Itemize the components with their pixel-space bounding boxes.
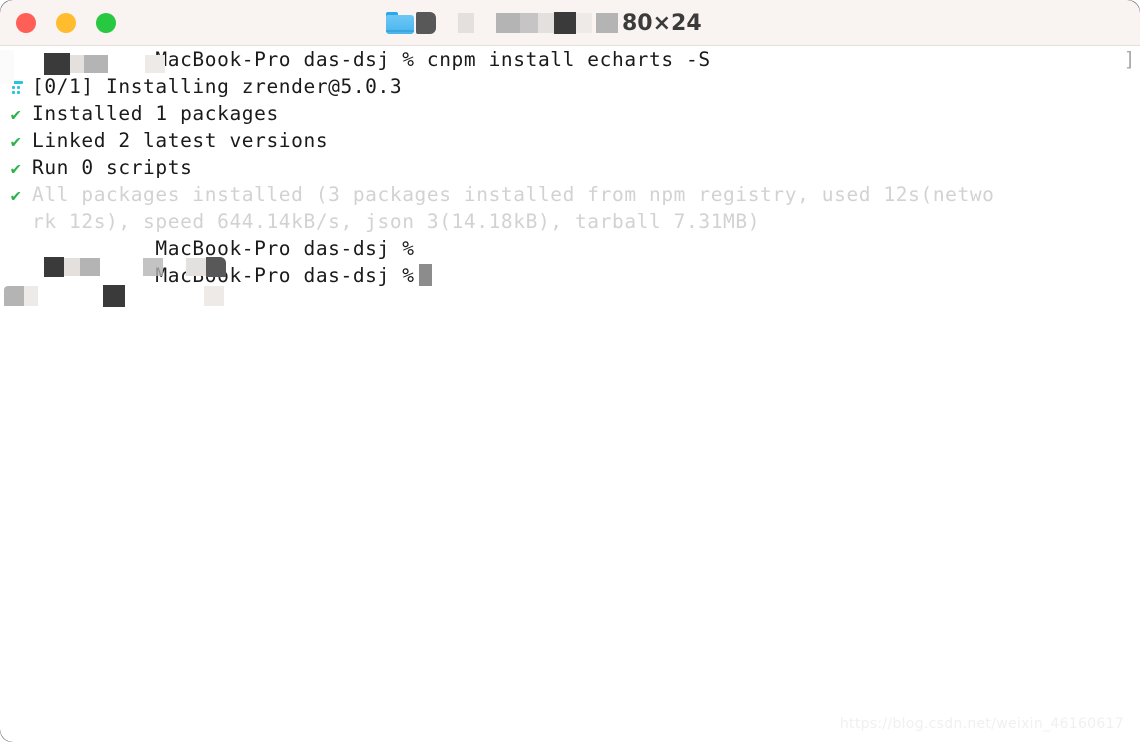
line-all-packages: ✔ All packages installed (3 packages inst… [0, 181, 1140, 208]
traffic-light-group [16, 13, 116, 33]
minimize-button[interactable] [56, 13, 76, 33]
line-prompt-1: MacBook-Pro das-dsj % [0, 235, 1140, 262]
line-installed-packages-text: Installed 1 packages [32, 102, 279, 125]
redaction-block-p2-2 [24, 286, 38, 306]
terminal-output-area[interactable]: MacBook-Pro das-dsj % cnpm install echar… [0, 46, 1140, 742]
csdn-watermark: https://blog.csdn.net/weixin_46160617 [839, 716, 1124, 732]
line-run-scripts: ✔ Run 0 scripts [0, 154, 1140, 181]
window-title-dimensions: 80×24 [622, 10, 702, 36]
line-installing-text: [0/1] Installing zrender@5.0.3 [32, 75, 403, 98]
line-all-packages-text: All packages installed (3 packages insta… [32, 183, 995, 206]
window-titlebar[interactable]: 80×24 [0, 0, 1140, 46]
line-linked-versions: ✔ Linked 2 latest versions [0, 127, 1140, 154]
check-icon: ✔ [10, 105, 22, 125]
line-prompt-1-text: MacBook-Pro das-dsj % [32, 237, 415, 260]
redacted-title-block-2 [458, 13, 474, 33]
redacted-title-block-1 [416, 12, 436, 34]
check-icon: ✔ [10, 132, 22, 152]
spinner-icon [0, 73, 32, 100]
terminal-cursor [418, 264, 432, 286]
line-linked-versions-text: Linked 2 latest versions [32, 129, 329, 152]
window-title-group: 80×24 [386, 0, 702, 46]
terminal-line-list: MacBook-Pro das-dsj % cnpm install echar… [0, 46, 1140, 289]
terminal-window: 80×24 MacBook-Pro das-dsj % cnpm install… [0, 0, 1140, 742]
redacted-title-block-6 [554, 12, 576, 34]
redacted-title-block-3 [496, 13, 520, 33]
line-prompt-2: MacBook-Pro das-dsj % [0, 262, 1140, 289]
check-icon: ✔ [10, 186, 22, 206]
line-command: MacBook-Pro das-dsj % cnpm install echar… [0, 46, 1140, 73]
redaction-block-p2-4 [204, 286, 224, 306]
redaction-block-p2-1 [4, 286, 24, 306]
maximize-button[interactable] [96, 13, 116, 33]
right-edge-bracket: ] [1123, 48, 1136, 71]
folder-icon [386, 12, 414, 34]
line-installed-packages: ✔ Installed 1 packages [0, 100, 1140, 127]
line-prompt-2-text: MacBook-Pro das-dsj % [32, 264, 415, 287]
close-button[interactable] [16, 13, 36, 33]
line-all-packages-wrap: rk 12s), speed 644.14kB/s, json 3(14.18k… [0, 208, 1140, 235]
redacted-title-block-8 [596, 13, 618, 33]
check-icon: ✔ [10, 159, 22, 179]
line-run-scripts-text: Run 0 scripts [32, 156, 193, 179]
redacted-title-block-5 [538, 13, 554, 33]
line-command-text: MacBook-Pro das-dsj % cnpm install echar… [32, 48, 711, 71]
line-installing: [0/1] Installing zrender@5.0.3 [0, 73, 1140, 100]
redacted-title-block-4 [520, 13, 538, 33]
redacted-title-block-7 [576, 13, 592, 33]
line-all-packages-wrap-text: rk 12s), speed 644.14kB/s, json 3(14.18k… [32, 210, 761, 233]
